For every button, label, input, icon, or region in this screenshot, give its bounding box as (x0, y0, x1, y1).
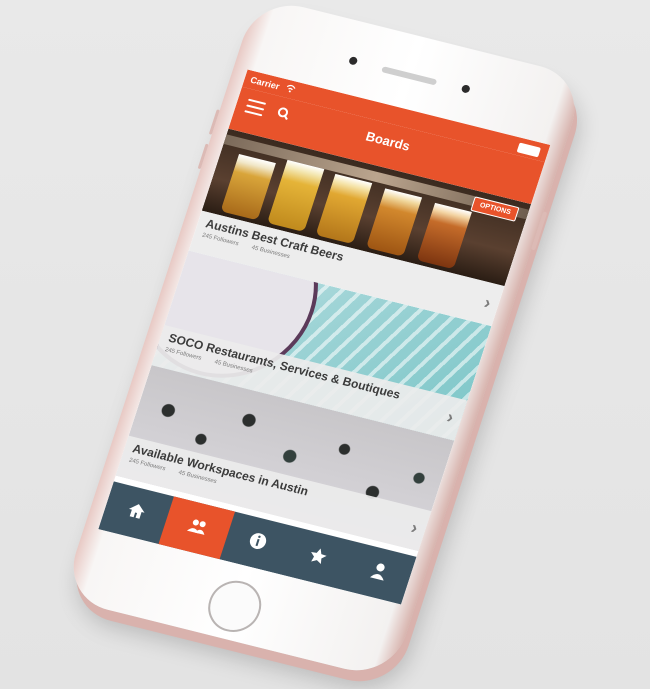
people-icon (183, 514, 210, 543)
home-button[interactable] (201, 575, 268, 638)
chevron-right-icon: › (408, 517, 421, 538)
info-icon (244, 529, 271, 558)
earpiece-speaker (381, 66, 438, 86)
volume-down-button (197, 143, 209, 170)
options-button[interactable]: OPTIONS (470, 196, 520, 222)
product-photo: Carrier Boards OPTIONS Austins Best Craf… (0, 0, 650, 689)
front-camera (348, 56, 359, 66)
wifi-icon (284, 83, 297, 95)
volume-up-button (208, 109, 220, 135)
chevron-right-icon: › (481, 292, 494, 313)
user-icon (365, 559, 392, 588)
star-icon (304, 544, 331, 573)
chevron-right-icon: › (444, 406, 457, 428)
power-button (531, 211, 548, 251)
phone-body: Carrier Boards OPTIONS Austins Best Craf… (61, 0, 587, 681)
home-icon (123, 498, 150, 527)
tab-profile[interactable] (340, 542, 416, 605)
phone-screen: Carrier Boards OPTIONS Austins Best Craf… (98, 69, 551, 605)
proximity-sensor (460, 84, 471, 94)
